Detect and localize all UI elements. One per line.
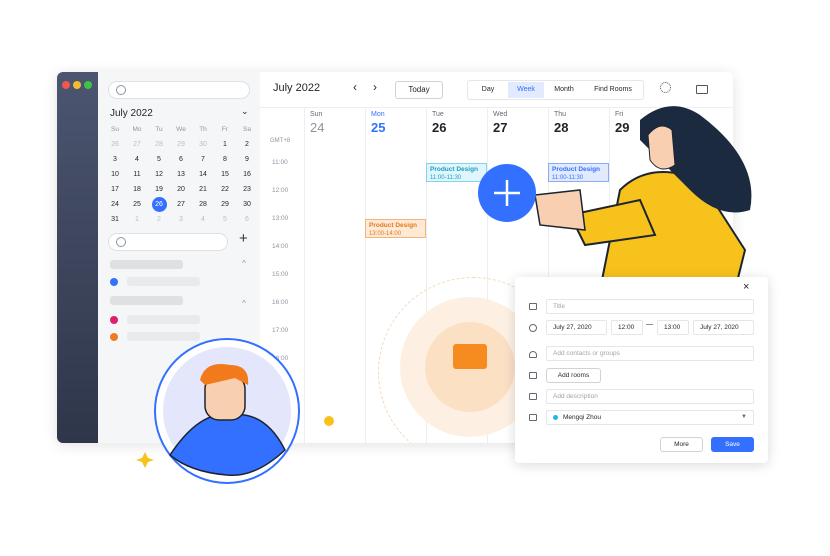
time-separator: —	[646, 321, 653, 328]
end-time-input[interactable]: 13:00	[657, 320, 689, 335]
save-button[interactable]: Save	[711, 437, 754, 452]
start-date-input[interactable]: July 27, 2020	[546, 320, 607, 335]
calendar-owner-select[interactable]: Mengqi Zhou ▼	[546, 410, 754, 425]
room-icon	[529, 372, 537, 379]
contacts-input[interactable]: Add contacts or groups	[546, 346, 754, 361]
contacts-icon	[529, 351, 537, 358]
calendar-select-icon	[529, 414, 537, 421]
description-input[interactable]: Add description	[546, 389, 754, 404]
more-button[interactable]: More	[660, 437, 703, 452]
close-icon[interactable]: ×	[743, 281, 749, 293]
clock-icon	[529, 324, 537, 332]
title-input[interactable]: Title	[546, 299, 754, 314]
start-time-input[interactable]: 12:00	[611, 320, 643, 335]
calendar-color-dot	[553, 415, 558, 420]
person-illustration-man	[154, 338, 300, 484]
calendar-owner-label: Mengqi Zhou	[563, 414, 601, 421]
end-date-input[interactable]: July 27, 2020	[693, 320, 754, 335]
dropdown-arrow-icon: ▼	[741, 414, 747, 420]
description-icon	[529, 393, 537, 400]
add-rooms-button[interactable]: Add rooms	[546, 368, 601, 383]
new-event-dialog: × Title July 27, 2020 12:00 — 13:00 July…	[515, 277, 768, 463]
person-illustration-woman	[534, 106, 752, 291]
title-icon	[529, 303, 537, 310]
